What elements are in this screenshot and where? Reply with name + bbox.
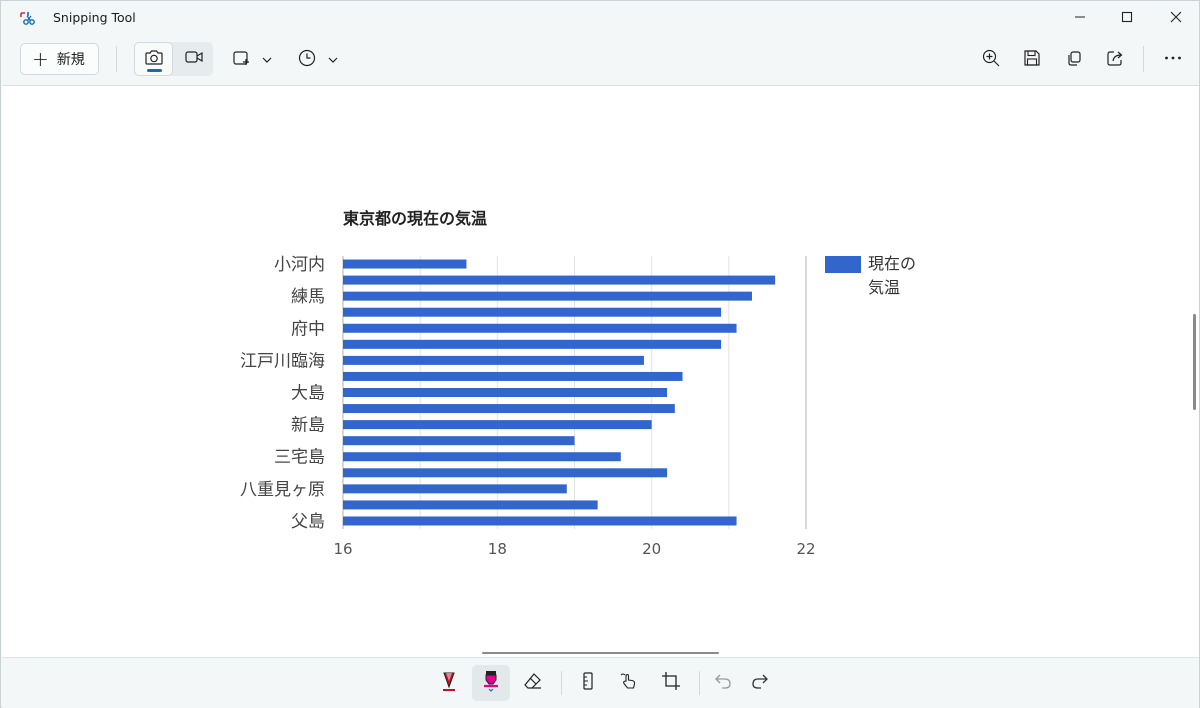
zoom-button[interactable] [979,48,1003,72]
capture-mode-toggle [134,42,213,76]
bar-16 [343,516,737,526]
bar-9 [343,404,675,414]
undo-icon [713,671,733,695]
touch-writing-button[interactable] [616,670,642,696]
highlighter-button[interactable] [478,670,504,696]
more-icon [1163,48,1183,72]
horizontal-scrollbar[interactable] [482,652,719,654]
bar-5 [343,339,722,349]
undo-button[interactable] [710,670,736,696]
chart-title: 東京都の現在の気温 [343,209,487,228]
crop-icon [661,671,681,695]
save-button[interactable] [1020,48,1044,72]
x-tick-label: 16 [333,540,352,558]
title-bar: Snipping Tool [1,1,1199,35]
chart-legend: 現在の 気温 [825,254,921,297]
category-label: 八重見ヶ原 [240,480,325,500]
chart-bars [343,259,776,526]
ruler-button[interactable] [575,670,601,696]
toolbar-separator [699,671,700,695]
save-icon [1022,48,1042,72]
chart-tick-labels: 16 18 20 22 [333,540,815,558]
eraser-button[interactable] [520,670,546,696]
category-label: 父島 [291,512,325,532]
more-options-button[interactable] [1161,48,1185,72]
redo-icon [750,671,770,695]
category-label: 府中 [291,319,325,339]
toolbar-separator [1143,46,1144,72]
copy-button[interactable] [1062,48,1086,72]
legend-swatch [825,256,861,273]
bar-6 [343,355,644,365]
chevron-down-icon [261,51,273,70]
ruler-icon [578,671,598,695]
touch-writing-icon [619,671,639,695]
legend-label: 現在の 気温 [868,254,921,297]
copy-icon [1064,48,1084,72]
share-icon [1105,48,1125,72]
bar-14 [343,484,567,494]
bar-3 [343,307,722,317]
bar-15 [343,500,598,510]
bar-2 [343,291,752,301]
zoom-in-icon [981,48,1001,72]
minimize-button[interactable] [1057,1,1103,33]
markup-toolbar [2,657,1199,708]
snip-canvas[interactable]: 東京都の現在の気温 小河内 練馬 府中 江戸川臨海 大島 新島 三宅島 八重見ヶ原 父島 16 1… [2,85,1199,657]
chart-category-labels: 小河内練馬府中江戸川臨海大島新島三宅島八重見ヶ原父島 [240,255,325,532]
new-snip-button[interactable]: + 新規 [20,43,99,75]
new-snip-label: 新規 [56,52,85,68]
category-label: 大島 [291,384,325,404]
bar-0 [343,259,467,269]
category-label: 三宅島 [274,448,325,468]
maximize-button[interactable] [1104,1,1150,33]
video-icon [184,49,204,69]
snip-mode-dropdown[interactable] [255,48,279,72]
category-label: 小河内 [274,255,325,275]
video-mode-button[interactable] [174,42,213,76]
bar-11 [343,436,575,446]
timer-icon [297,48,317,72]
bar-7 [343,371,683,381]
plus-icon: + [32,47,49,71]
ballpoint-pen-button[interactable] [436,670,462,696]
bar-4 [343,323,737,333]
delay-timer-button[interactable] [295,48,319,72]
snipping-tool-window: Snipping Tool + 新規 東京都の現在の気温 小河内 練馬 府中 江… [0,0,1200,708]
redo-button[interactable] [747,670,773,696]
category-label: 練馬 [291,287,325,307]
active-mode-indicator [147,69,162,72]
bar-8 [343,388,668,397]
x-tick-label: 20 [642,540,661,558]
ballpoint-pen-icon [439,670,459,696]
chevron-down-icon [327,51,339,70]
snipping-tool-app-icon [19,10,37,28]
vertical-scrollbar[interactable] [1193,314,1196,410]
category-label: 江戸川臨海 [240,351,325,371]
toolbar-separator [116,46,117,72]
crop-button[interactable] [658,670,684,696]
snip-mode-icon [231,48,251,72]
close-button[interactable] [1153,1,1199,33]
toolbar-separator [561,671,562,695]
share-button[interactable] [1103,48,1127,72]
x-tick-label: 22 [796,540,815,558]
bar-13 [343,468,668,478]
bar-12 [343,452,621,462]
temperature-bar-chart: 東京都の現在の気温 小河内練馬府中江戸川臨海大島新島三宅島八重見ヶ原父島 16 1… [240,209,921,558]
x-tick-label: 18 [488,540,507,558]
delay-timer-dropdown[interactable] [321,48,345,72]
category-label: 新島 [291,416,325,436]
eraser-icon [523,671,543,695]
screenshot-mode-button[interactable] [134,42,173,76]
toolbar: + 新規 [1,35,1199,85]
bar-10 [343,420,652,430]
camera-icon [144,48,164,70]
highlighter-icon [481,669,501,697]
bar-1 [343,275,776,285]
window-title: Snipping Tool [53,10,136,25]
snip-mode-button[interactable] [229,48,253,72]
